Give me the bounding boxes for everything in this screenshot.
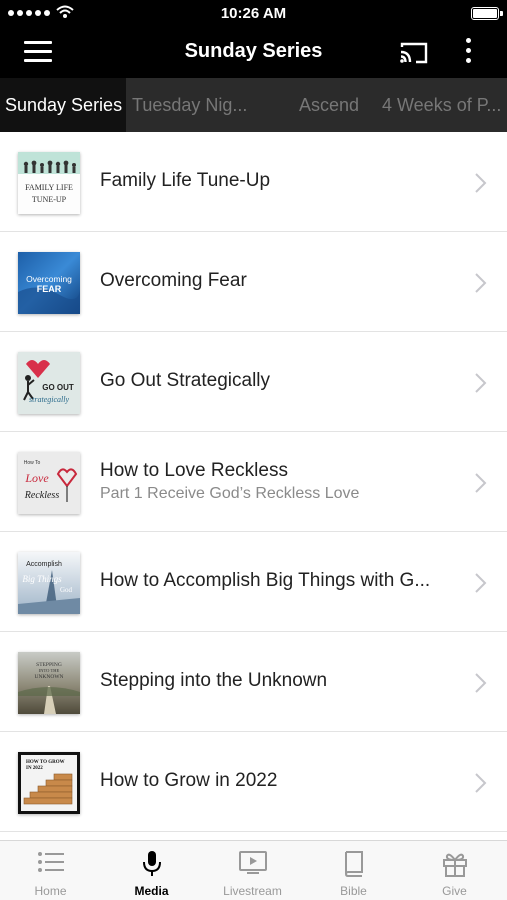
tab-label: Media	[134, 884, 169, 898]
tab-livestream[interactable]: Livestream	[202, 841, 303, 900]
thumb-text: HOW TO GROW	[26, 760, 65, 765]
tab-label: Livestream	[223, 884, 282, 898]
tab-4-weeks[interactable]: 4 Weeks of P...	[382, 78, 507, 132]
thumb-text: Accomplish	[26, 561, 62, 568]
thumb-text: GO OUT	[42, 383, 74, 392]
microphone-icon	[142, 851, 161, 876]
item-title: Family Life Tune-Up	[100, 170, 271, 191]
chevron-right-icon	[475, 373, 487, 393]
item-title: How to Grow in 2022	[100, 770, 278, 791]
tv-play-icon	[238, 851, 267, 874]
tab-ascend[interactable]: Ascend	[284, 78, 374, 132]
list-item[interactable]: How To Love Reckless How to Love Reckles…	[0, 432, 507, 532]
status-bar: 10:26 AM	[0, 0, 507, 28]
gift-icon	[442, 853, 467, 877]
tab-bible[interactable]: Bible	[303, 841, 404, 900]
bottom-tab-bar: Home Media Livestream Bible Give	[0, 840, 507, 900]
tab-label: Bible	[340, 884, 367, 898]
chevron-right-icon	[475, 773, 487, 793]
more-options-button[interactable]	[458, 38, 478, 68]
chevron-right-icon	[475, 673, 487, 693]
tab-tuesday-night[interactable]: Tuesday Nig...	[132, 78, 258, 132]
series-tabs: Sunday Series Tuesday Nig... Ascend 4 We…	[0, 78, 507, 132]
chevron-right-icon	[475, 173, 487, 193]
list-item[interactable]: GO OUT strategically Go Out Strategicall…	[0, 332, 507, 432]
thumb-text: FAMILY LIFE	[25, 183, 73, 192]
item-title: Overcoming Fear	[100, 270, 247, 291]
tab-home[interactable]: Home	[0, 841, 101, 900]
series-thumbnail: GO OUT strategically	[18, 352, 80, 414]
thumb-text: Love	[24, 471, 49, 485]
cast-button[interactable]	[398, 40, 430, 66]
series-thumbnail: Overcoming FEAR	[18, 252, 80, 314]
series-thumbnail: How To Love Reckless	[18, 452, 80, 514]
thumb-text: strategically	[29, 395, 69, 404]
tab-media[interactable]: Media	[101, 841, 202, 900]
item-title: How to Love Reckless	[100, 460, 288, 481]
thumb-text: God	[60, 586, 73, 594]
thumb-text: IN 2022	[26, 766, 43, 771]
item-subtitle: Part 1 Receive God’s Reckless Love	[100, 485, 360, 502]
thumb-text: Reckless	[24, 490, 60, 501]
series-thumbnail: HOW TO GROW IN 2022	[18, 752, 80, 814]
series-list: FAMILY LIFE TUNE-UP Family Life Tune-Up …	[0, 132, 507, 832]
series-thumbnail: FAMILY LIFE TUNE-UP	[18, 152, 80, 214]
chevron-right-icon	[475, 573, 487, 593]
series-thumbnail: Accomplish Big Things God	[18, 552, 80, 614]
list-item[interactable]: FAMILY LIFE TUNE-UP Family Life Tune-Up	[0, 132, 507, 232]
thumb-text: Big Things	[22, 574, 62, 584]
list-item[interactable]: STEPPING INTO THE UNKNOWN Stepping into …	[0, 632, 507, 732]
item-title: Stepping into the Unknown	[100, 670, 328, 691]
thumb-text: FEAR	[37, 284, 62, 294]
tab-sunday-series[interactable]: Sunday Series	[0, 78, 126, 132]
tab-give[interactable]: Give	[404, 841, 505, 900]
nav-bar: Sunday Series	[0, 28, 507, 78]
item-title: How to Accomplish Big Things with G...	[100, 570, 431, 591]
thumb-text: UNKNOWN	[34, 674, 63, 680]
status-time: 10:26 AM	[220, 5, 287, 22]
list-item[interactable]: Overcoming FEAR Overcoming Fear	[0, 232, 507, 332]
list-item[interactable]: HOW TO GROW IN 2022 How to Grow in 2022	[0, 732, 507, 832]
thumb-text: TUNE-UP	[32, 195, 67, 204]
tab-label: Give	[442, 884, 467, 898]
item-title: Go Out Strategically	[100, 370, 271, 391]
tab-label: Home	[34, 884, 67, 898]
thumb-text: Overcoming	[26, 274, 72, 284]
series-thumbnail: STEPPING INTO THE UNKNOWN	[18, 652, 80, 714]
book-icon	[344, 851, 363, 877]
chevron-right-icon	[475, 273, 487, 293]
list-item[interactable]: Accomplish Big Things God How to Accompl…	[0, 532, 507, 632]
thumb-text: How To	[24, 460, 41, 466]
list-icon	[37, 852, 64, 872]
chevron-right-icon	[475, 473, 487, 493]
page-title: Sunday Series	[184, 40, 323, 62]
battery-icon	[471, 7, 503, 20]
cast-icon	[400, 42, 428, 64]
thumb-text: INTO THE	[39, 668, 60, 673]
